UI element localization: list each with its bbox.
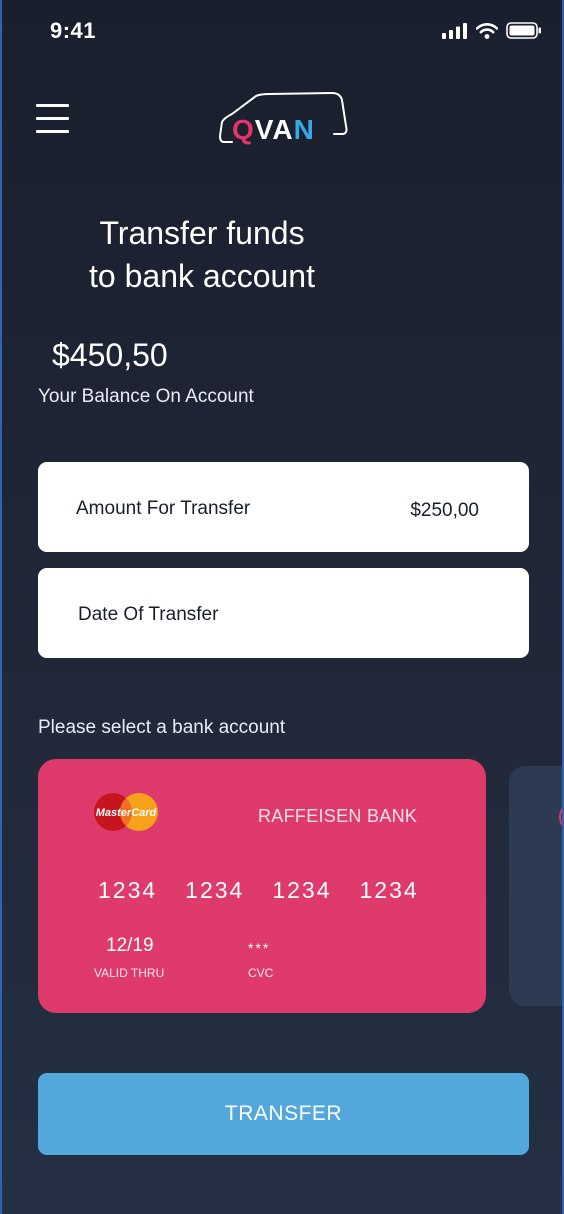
card-number-group: 1234 [98, 877, 158, 903]
date-field[interactable]: Date Of Transfer [38, 568, 529, 658]
cellular-signal-icon [442, 22, 467, 39]
transfer-screen: 9:41 QVAN Transfer funds to bank account… [0, 0, 564, 1214]
bank-select-label: Please select a bank account [38, 717, 286, 738]
mastercard-logo-icon: MasterCard [94, 793, 158, 831]
status-bar: 9:41 [2, 0, 562, 64]
card-expiry-label: VALID THRU [94, 966, 165, 980]
amount-field[interactable]: Amount For Transfer $250,00 [38, 462, 529, 552]
card-number-group: 1234 [185, 877, 245, 903]
amount-label: Amount For Transfer [76, 498, 251, 519]
bank-card[interactable]: MasterCard RAFFEISEN BANK 1234 1234 1234… [38, 759, 486, 1013]
battery-icon [506, 22, 541, 39]
status-time: 9:41 [50, 18, 97, 43]
page-title: Transfer funds to bank account [62, 212, 342, 298]
page-title-line1: Transfer funds [99, 215, 305, 251]
date-label: Date Of Transfer [78, 604, 219, 625]
logo-n: N [293, 114, 315, 145]
logo-q: Q [232, 114, 255, 145]
logo-va: VA [254, 114, 294, 145]
card-cvc-label: CVC [248, 966, 274, 980]
transfer-button[interactable]: TRANSFER [38, 1073, 529, 1155]
status-icons [442, 22, 542, 39]
menu-button[interactable] [36, 102, 70, 134]
card-number: 1234 1234 1234 1234 [98, 877, 419, 904]
page-title-line2: to bank account [89, 258, 315, 294]
card-cvc: *** [248, 940, 271, 956]
bank-card-next[interactable] [509, 766, 562, 1006]
card-expiry: 12/19 [106, 935, 154, 956]
card-number-group: 1234 [272, 877, 332, 903]
card-brand-icon [559, 806, 562, 828]
card-number-group: 1234 [359, 877, 419, 903]
mastercard-text: MasterCard [96, 807, 157, 819]
hamburger-line [36, 130, 69, 133]
logo-wordmark: QVAN [232, 114, 315, 146]
qvan-logo: QVAN [218, 88, 350, 150]
wifi-icon [476, 22, 498, 39]
hamburger-menu-icon [36, 104, 69, 107]
balance-label: Your Balance On Account [38, 386, 254, 407]
amount-value[interactable]: $250,00 [410, 500, 479, 522]
hamburger-line [36, 117, 69, 120]
balance-amount: $450,50 [52, 337, 168, 373]
bank-name: RAFFEISEN BANK [258, 806, 418, 826]
